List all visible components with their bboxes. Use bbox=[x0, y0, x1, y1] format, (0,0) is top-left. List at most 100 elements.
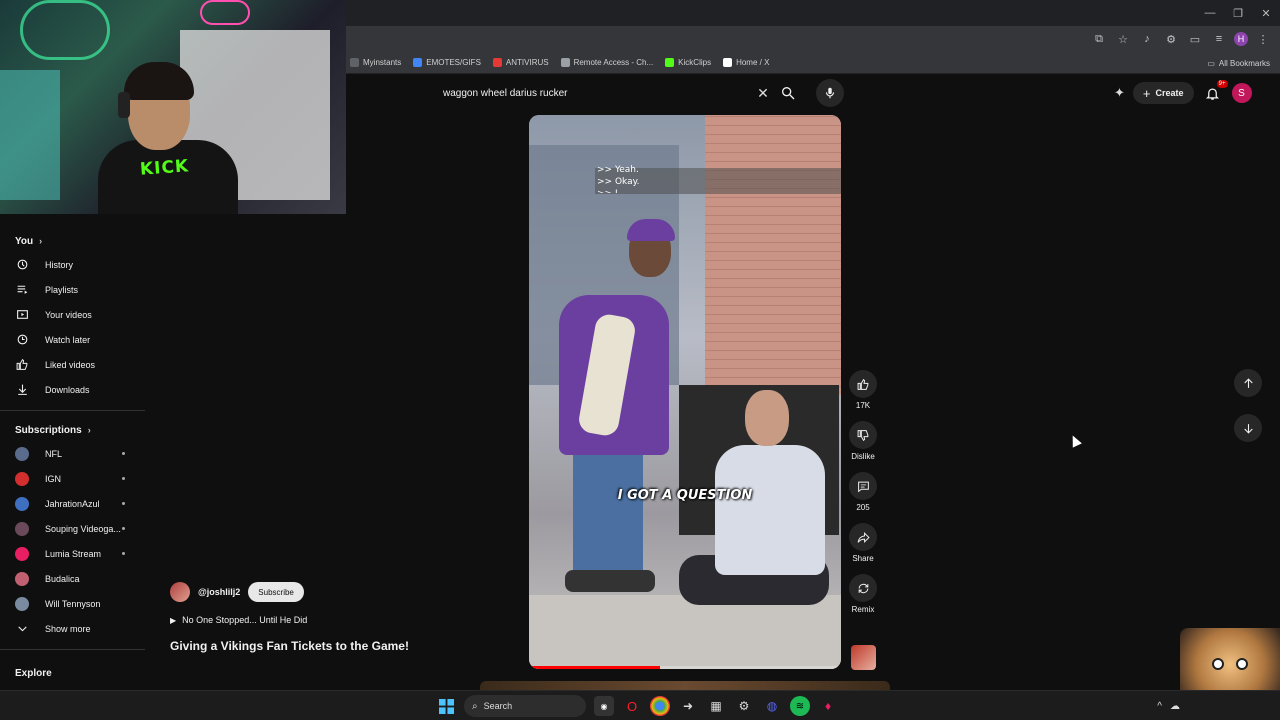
windows-start-icon[interactable] bbox=[436, 696, 456, 716]
dislike-button[interactable] bbox=[849, 421, 877, 449]
channel-avatar[interactable] bbox=[170, 582, 190, 602]
sidebar-item-watch-later[interactable]: Watch later bbox=[0, 327, 145, 352]
share-button[interactable] bbox=[849, 523, 877, 551]
subscription-item[interactable]: Will Tennyson bbox=[0, 591, 145, 616]
lumia-icon[interactable]: ♦ bbox=[818, 696, 838, 716]
sidebar-item-label: Watch later bbox=[45, 334, 91, 345]
sidebar-explore-header[interactable]: Explore bbox=[15, 668, 52, 679]
mouse-cursor bbox=[1068, 433, 1082, 448]
sidebar-you-header[interactable]: You › bbox=[0, 230, 145, 252]
sidebar-item-your-videos[interactable]: Your videos bbox=[0, 302, 145, 327]
minimize-icon[interactable]: — bbox=[1196, 0, 1224, 26]
dislike-label: Dislike bbox=[851, 452, 875, 461]
ai-sparkle-icon[interactable]: ✦ bbox=[1114, 85, 1125, 101]
search-box[interactable]: waggon wheel darius rucker ✕ bbox=[433, 80, 773, 106]
all-bookmarks-button[interactable]: ▭ All Bookmarks bbox=[1207, 52, 1270, 74]
arrow-down-icon bbox=[1243, 423, 1253, 434]
search-button[interactable] bbox=[776, 80, 800, 106]
bookmark-item[interactable]: Myinstants bbox=[350, 58, 401, 67]
header-actions: ✦ + Create 9+ S bbox=[1114, 80, 1252, 105]
app-grid-icon[interactable]: ▦ bbox=[706, 696, 726, 716]
taskbar-search[interactable]: ⌕ Search bbox=[464, 695, 586, 717]
subscription-item[interactable]: JahrationAzul bbox=[0, 491, 145, 516]
sidebar-item-downloads[interactable]: Downloads bbox=[0, 377, 145, 402]
next-short-button[interactable] bbox=[1234, 414, 1262, 442]
short-video-player[interactable]: >> Yeah. >> Okay. >> I I GOT A QUESTION bbox=[529, 115, 841, 669]
cloud-icon[interactable]: ☁ bbox=[1170, 701, 1180, 712]
discord-icon[interactable]: ◍ bbox=[762, 696, 782, 716]
close-window-icon[interactable]: ✕ bbox=[1252, 0, 1280, 26]
sound-title: No One Stopped... Until He Did bbox=[182, 615, 308, 625]
account-avatar[interactable]: S bbox=[1231, 83, 1252, 103]
comments-button[interactable] bbox=[849, 472, 877, 500]
extensions-icon[interactable]: ⚙ bbox=[1162, 30, 1180, 48]
obs-icon[interactable]: ◉ bbox=[594, 696, 614, 716]
like-button[interactable] bbox=[849, 370, 877, 398]
chevron-up-icon[interactable]: ^ bbox=[1157, 701, 1162, 712]
show-more-button[interactable]: Show more bbox=[0, 616, 145, 641]
cast-icon[interactable]: ⧉ bbox=[1090, 30, 1108, 48]
media-icon[interactable]: ≡ bbox=[1210, 30, 1228, 48]
voice-search-button[interactable] bbox=[816, 79, 844, 107]
like-count: 17K bbox=[855, 401, 871, 410]
browser-profile-avatar[interactable]: H bbox=[1234, 32, 1248, 46]
remix-label: Remix bbox=[851, 605, 875, 614]
spotify-icon[interactable]: ≋ bbox=[790, 696, 810, 716]
microphone-icon bbox=[825, 87, 835, 99]
thumbs-up-icon bbox=[857, 378, 868, 390]
bookmark-item[interactable]: KickClips bbox=[665, 58, 711, 67]
channel-info: @joshlilj2 Subscribe bbox=[170, 582, 304, 602]
comment-count: 205 bbox=[856, 503, 870, 512]
side-panel-icon[interactable]: ▭ bbox=[1186, 30, 1204, 48]
subscription-item[interactable]: IGN bbox=[0, 466, 145, 491]
subscription-item[interactable]: Budalica bbox=[0, 566, 145, 591]
video-progress-bar[interactable] bbox=[529, 666, 841, 669]
bookmark-item[interactable]: EMOTES/GIFS bbox=[413, 58, 481, 67]
windows-taskbar: ⌕ Search ◉ O ➜ ▦ ⚙ ◍ ≋ ♦ ^ ☁ bbox=[0, 690, 1280, 720]
toolbar-icons: ⧉ ☆ ♪ ⚙ ▭ ≡ H ⋮ bbox=[1090, 26, 1272, 52]
sidebar-subscriptions-header[interactable]: Subscriptions › bbox=[0, 419, 145, 441]
download-icon bbox=[15, 383, 29, 397]
sound-source-thumbnail[interactable] bbox=[851, 645, 876, 670]
search-input[interactable]: waggon wheel darius rucker bbox=[433, 88, 753, 99]
video-title[interactable]: Giving a Vikings Fan Tickets to the Game… bbox=[170, 639, 409, 653]
bookmark-star-icon[interactable]: ☆ bbox=[1114, 30, 1132, 48]
mascot-eye bbox=[1212, 658, 1224, 670]
history-icon bbox=[15, 258, 29, 272]
search-icon: ⌕ bbox=[472, 700, 478, 712]
channel-name[interactable]: @joshlilj2 bbox=[198, 587, 240, 597]
webcam-neon-sign bbox=[20, 0, 110, 60]
browser-menu-icon[interactable]: ⋮ bbox=[1254, 30, 1272, 48]
bookmark-favicon bbox=[723, 58, 733, 67]
folder-icon: ▭ bbox=[1207, 58, 1215, 68]
restore-icon[interactable]: ❐ bbox=[1224, 0, 1252, 26]
bookmark-item[interactable]: Home / X bbox=[723, 58, 769, 67]
subscription-item[interactable]: Lumia Stream bbox=[0, 541, 145, 566]
sidebar-item-playlists[interactable]: Playlists bbox=[0, 277, 145, 302]
sidebar-item-history[interactable]: History bbox=[0, 252, 145, 277]
previous-short-button[interactable] bbox=[1234, 369, 1262, 397]
subscribe-button[interactable]: Subscribe bbox=[248, 582, 304, 602]
bookmark-label: Myinstants bbox=[363, 58, 402, 67]
video-man-standing-cap bbox=[627, 219, 675, 241]
subscription-item[interactable]: Souping Videoga... bbox=[0, 516, 145, 541]
opera-icon[interactable]: O bbox=[622, 696, 642, 716]
app-arrow-icon[interactable]: ➜ bbox=[678, 696, 698, 716]
subscription-item[interactable]: NFL bbox=[0, 441, 145, 466]
bookmark-item[interactable]: Remote Access - Ch... bbox=[560, 58, 653, 67]
create-button[interactable]: + Create bbox=[1132, 82, 1194, 104]
streamer-webcam: KICK bbox=[0, 0, 346, 214]
new-content-dot bbox=[122, 452, 125, 455]
video-caption-line: >> Okay. bbox=[597, 177, 640, 187]
sidebar-item-liked-videos[interactable]: Liked videos bbox=[0, 352, 145, 377]
bookmark-item[interactable]: ANTIVIRUS bbox=[492, 58, 549, 67]
chrome-icon[interactable] bbox=[650, 696, 670, 716]
channel-avatar bbox=[15, 446, 29, 461]
remix-button[interactable] bbox=[849, 574, 877, 602]
clear-search-icon[interactable]: ✕ bbox=[753, 85, 773, 102]
sound-link[interactable]: ▶ No One Stopped... Until He Did bbox=[170, 615, 307, 625]
notifications-button[interactable]: 9+ bbox=[1202, 80, 1228, 104]
sidebar-divider bbox=[0, 649, 145, 650]
steam-icon[interactable]: ⚙ bbox=[734, 696, 754, 716]
mute-tab-icon[interactable]: ♪ bbox=[1138, 30, 1156, 48]
